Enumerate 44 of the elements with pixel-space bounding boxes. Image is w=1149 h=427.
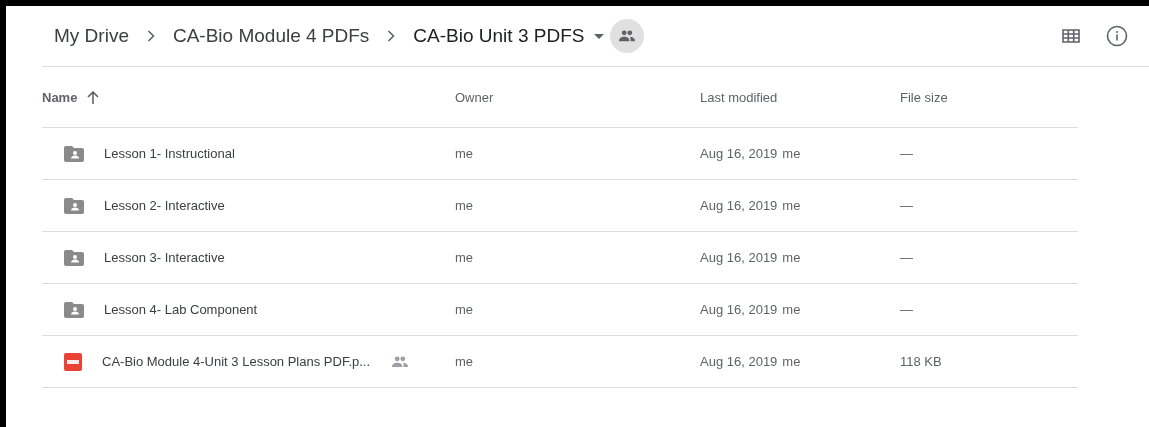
column-header[interactable]: File size xyxy=(900,89,948,105)
chevron-right-icon xyxy=(146,30,155,42)
breadcrumb-item[interactable]: My Drive xyxy=(48,21,135,51)
file-name[interactable]: CA-Bio Module 4-Unit 3 Lesson Plans PDF.p... xyxy=(102,354,371,369)
sort-up-arrow-icon[interactable] xyxy=(87,90,100,104)
owner-cell-text: me xyxy=(455,302,475,317)
modified-by: me xyxy=(782,198,801,213)
shared-people-icon xyxy=(392,355,409,368)
file-name[interactable]: Lesson 4- Lab Component xyxy=(104,302,258,317)
owner-cell-text: me xyxy=(455,198,475,213)
info-button[interactable] xyxy=(1105,24,1129,48)
pdf-icon xyxy=(64,352,82,371)
shared-folder-icon xyxy=(64,145,84,162)
shared-folder-icon xyxy=(64,249,84,266)
modified-by: me xyxy=(782,302,801,317)
breadcrumb-item[interactable]: CA-Bio Module 4 PDFs xyxy=(166,21,376,51)
file-size-cell-text: — xyxy=(900,302,914,317)
dropdown-caret-icon[interactable] xyxy=(594,33,605,39)
modified-date: Aug 16, 2019 xyxy=(700,198,778,213)
column-header[interactable]: Last modified xyxy=(700,89,778,105)
modified-by: me xyxy=(782,250,801,265)
modified-by: me xyxy=(782,354,801,369)
file-size-cell-text: — xyxy=(900,250,914,265)
modified-date: Aug 16, 2019 xyxy=(700,250,778,265)
file-size-cell-text: — xyxy=(900,198,914,213)
modified-date: Aug 16, 2019 xyxy=(700,354,778,369)
file-size-cell-text: — xyxy=(900,146,914,161)
people-icon xyxy=(619,30,636,42)
owner-cell-text: me xyxy=(455,146,475,161)
owner-cell-text: me xyxy=(455,354,475,369)
breadcrumb-item[interactable]: CA-Bio Unit 3 PDFS xyxy=(407,21,591,51)
file-size-cell-text: 118 KB xyxy=(900,354,943,369)
column-header[interactable]: Owner xyxy=(455,89,494,105)
modified-by: me xyxy=(782,146,801,161)
column-header[interactable]: Name xyxy=(42,89,78,105)
modified-date: Aug 16, 2019 xyxy=(700,302,778,317)
file-name[interactable]: Lesson 1- Instructional xyxy=(104,146,235,161)
chevron-right-icon xyxy=(387,30,396,42)
owner-cell-text: me xyxy=(455,250,475,265)
shared-folder-icon xyxy=(64,197,84,214)
shared-folder-icon xyxy=(64,301,84,318)
file-name[interactable]: Lesson 3- Interactive xyxy=(104,250,225,265)
file-name[interactable]: Lesson 2- Interactive xyxy=(104,198,225,213)
modified-date: Aug 16, 2019 xyxy=(700,146,778,161)
